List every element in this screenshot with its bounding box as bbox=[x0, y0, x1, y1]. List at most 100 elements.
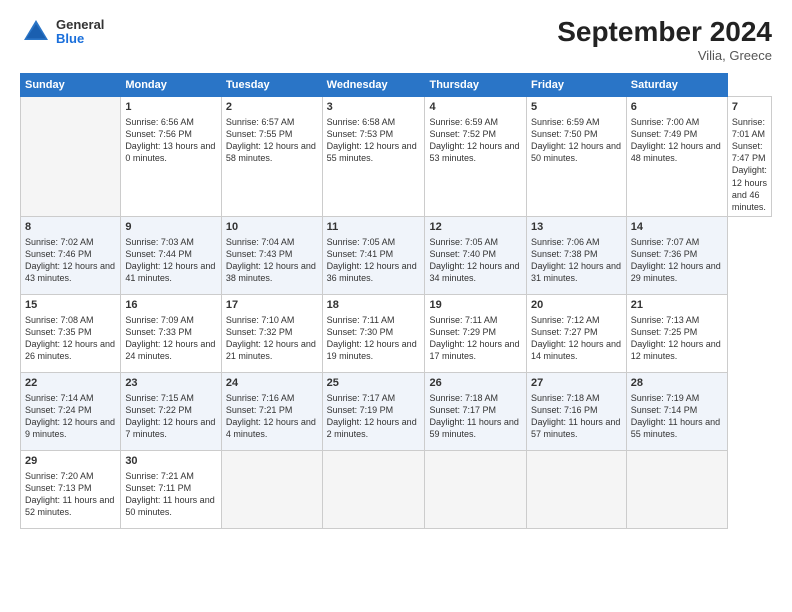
sunrise: Sunrise: 7:11 AM bbox=[327, 315, 395, 325]
sunrise: Sunrise: 7:11 AM bbox=[429, 315, 497, 325]
day-number: 18 bbox=[327, 298, 421, 313]
table-row bbox=[425, 450, 526, 528]
sunrise: Sunrise: 7:13 AM bbox=[631, 315, 700, 325]
daylight: Daylight: 12 hours and 24 minutes. bbox=[125, 339, 215, 361]
day-number: 3 bbox=[327, 100, 421, 115]
table-row: 28 Sunrise: 7:19 AM Sunset: 7:14 PM Dayl… bbox=[626, 372, 727, 450]
table-row: 24 Sunrise: 7:16 AM Sunset: 7:21 PM Dayl… bbox=[221, 372, 322, 450]
sunrise: Sunrise: 7:14 AM bbox=[25, 393, 94, 403]
table-row: 8 Sunrise: 7:02 AM Sunset: 7:46 PM Dayli… bbox=[21, 216, 121, 294]
day-number: 21 bbox=[631, 298, 723, 313]
sunrise: Sunrise: 7:08 AM bbox=[25, 315, 94, 325]
daylight: Daylight: 12 hours and 43 minutes. bbox=[25, 261, 115, 283]
sunset: Sunset: 7:55 PM bbox=[226, 129, 293, 139]
daylight: Daylight: 13 hours and 0 minutes. bbox=[125, 141, 215, 163]
daylight: Daylight: 12 hours and 14 minutes. bbox=[531, 339, 621, 361]
table-row: 26 Sunrise: 7:18 AM Sunset: 7:17 PM Dayl… bbox=[425, 372, 526, 450]
day-number: 26 bbox=[429, 376, 521, 391]
sunrise: Sunrise: 7:10 AM bbox=[226, 315, 295, 325]
day-number: 1 bbox=[125, 100, 217, 115]
col-wednesday: Wednesday bbox=[322, 74, 425, 97]
table-row: 21 Sunrise: 7:13 AM Sunset: 7:25 PM Dayl… bbox=[626, 294, 727, 372]
day-number: 11 bbox=[327, 220, 421, 235]
sunset: Sunset: 7:52 PM bbox=[429, 129, 496, 139]
title-block: September 2024 Vilia, Greece bbox=[557, 16, 772, 63]
daylight: Daylight: 12 hours and 12 minutes. bbox=[631, 339, 721, 361]
day-number: 30 bbox=[125, 454, 217, 469]
daylight: Daylight: 12 hours and 53 minutes. bbox=[429, 141, 519, 163]
sunrise: Sunrise: 7:01 AM bbox=[732, 117, 765, 139]
logo: General Blue bbox=[20, 16, 104, 48]
day-number: 4 bbox=[429, 100, 521, 115]
daylight: Daylight: 12 hours and 29 minutes. bbox=[631, 261, 721, 283]
day-number: 29 bbox=[25, 454, 116, 469]
table-row bbox=[526, 450, 626, 528]
sunset: Sunset: 7:14 PM bbox=[631, 405, 698, 415]
sunset: Sunset: 7:29 PM bbox=[429, 327, 496, 337]
daylight: Daylight: 12 hours and 26 minutes. bbox=[25, 339, 115, 361]
daylight: Daylight: 12 hours and 34 minutes. bbox=[429, 261, 519, 283]
sunset: Sunset: 7:21 PM bbox=[226, 405, 293, 415]
sunrise: Sunrise: 7:18 AM bbox=[429, 393, 498, 403]
day-number: 27 bbox=[531, 376, 622, 391]
daylight: Daylight: 12 hours and 2 minutes. bbox=[327, 417, 417, 439]
sunrise: Sunrise: 7:19 AM bbox=[631, 393, 700, 403]
daylight: Daylight: 12 hours and 7 minutes. bbox=[125, 417, 215, 439]
logo-text: General Blue bbox=[56, 18, 104, 47]
calendar-table: Sunday Monday Tuesday Wednesday Thursday… bbox=[20, 73, 772, 529]
table-row: 22 Sunrise: 7:14 AM Sunset: 7:24 PM Dayl… bbox=[21, 372, 121, 450]
calendar-week-row: 1 Sunrise: 6:56 AM Sunset: 7:56 PM Dayli… bbox=[21, 97, 772, 217]
sunrise: Sunrise: 6:59 AM bbox=[429, 117, 498, 127]
table-row: 25 Sunrise: 7:17 AM Sunset: 7:19 PM Dayl… bbox=[322, 372, 425, 450]
sunset: Sunset: 7:22 PM bbox=[125, 405, 192, 415]
calendar-week-row: 29 Sunrise: 7:20 AM Sunset: 7:13 PM Dayl… bbox=[21, 450, 772, 528]
col-sunday: Sunday bbox=[21, 74, 121, 97]
table-row: 11 Sunrise: 7:05 AM Sunset: 7:41 PM Dayl… bbox=[322, 216, 425, 294]
sunrise: Sunrise: 7:16 AM bbox=[226, 393, 295, 403]
sunset: Sunset: 7:19 PM bbox=[327, 405, 394, 415]
day-number: 20 bbox=[531, 298, 622, 313]
sunset: Sunset: 7:38 PM bbox=[531, 249, 598, 259]
table-row: 14 Sunrise: 7:07 AM Sunset: 7:36 PM Dayl… bbox=[626, 216, 727, 294]
table-row: 12 Sunrise: 7:05 AM Sunset: 7:40 PM Dayl… bbox=[425, 216, 526, 294]
sunset: Sunset: 7:17 PM bbox=[429, 405, 496, 415]
day-number: 15 bbox=[25, 298, 116, 313]
sunset: Sunset: 7:44 PM bbox=[125, 249, 192, 259]
day-number: 12 bbox=[429, 220, 521, 235]
table-row bbox=[21, 97, 121, 217]
sunrise: Sunrise: 6:58 AM bbox=[327, 117, 396, 127]
table-row: 29 Sunrise: 7:20 AM Sunset: 7:13 PM Dayl… bbox=[21, 450, 121, 528]
sunset: Sunset: 7:50 PM bbox=[531, 129, 598, 139]
table-row bbox=[322, 450, 425, 528]
sunrise: Sunrise: 7:04 AM bbox=[226, 237, 295, 247]
location: Vilia, Greece bbox=[557, 48, 772, 63]
col-friday: Friday bbox=[526, 74, 626, 97]
sunrise: Sunrise: 6:57 AM bbox=[226, 117, 295, 127]
daylight: Daylight: 12 hours and 58 minutes. bbox=[226, 141, 316, 163]
sunrise: Sunrise: 7:15 AM bbox=[125, 393, 194, 403]
daylight: Daylight: 12 hours and 19 minutes. bbox=[327, 339, 417, 361]
daylight: Daylight: 12 hours and 36 minutes. bbox=[327, 261, 417, 283]
sunrise: Sunrise: 7:09 AM bbox=[125, 315, 194, 325]
table-row: 3 Sunrise: 6:58 AM Sunset: 7:53 PM Dayli… bbox=[322, 97, 425, 217]
table-row: 9 Sunrise: 7:03 AM Sunset: 7:44 PM Dayli… bbox=[121, 216, 222, 294]
sunset: Sunset: 7:16 PM bbox=[531, 405, 598, 415]
sunset: Sunset: 7:30 PM bbox=[327, 327, 394, 337]
day-number: 25 bbox=[327, 376, 421, 391]
sunrise: Sunrise: 7:20 AM bbox=[25, 471, 94, 481]
daylight: Daylight: 11 hours and 52 minutes. bbox=[25, 495, 114, 517]
day-number: 8 bbox=[25, 220, 116, 235]
daylight: Daylight: 12 hours and 4 minutes. bbox=[226, 417, 316, 439]
daylight: Daylight: 11 hours and 55 minutes. bbox=[631, 417, 720, 439]
table-row: 2 Sunrise: 6:57 AM Sunset: 7:55 PM Dayli… bbox=[221, 97, 322, 217]
day-number: 19 bbox=[429, 298, 521, 313]
table-row: 4 Sunrise: 6:59 AM Sunset: 7:52 PM Dayli… bbox=[425, 97, 526, 217]
col-thursday: Thursday bbox=[425, 74, 526, 97]
daylight: Daylight: 12 hours and 50 minutes. bbox=[531, 141, 621, 163]
calendar-header-row: Sunday Monday Tuesday Wednesday Thursday… bbox=[21, 74, 772, 97]
table-row: 18 Sunrise: 7:11 AM Sunset: 7:30 PM Dayl… bbox=[322, 294, 425, 372]
sunrise: Sunrise: 7:05 AM bbox=[429, 237, 498, 247]
day-number: 7 bbox=[732, 100, 767, 115]
sunset: Sunset: 7:11 PM bbox=[125, 483, 191, 493]
day-number: 6 bbox=[631, 100, 723, 115]
